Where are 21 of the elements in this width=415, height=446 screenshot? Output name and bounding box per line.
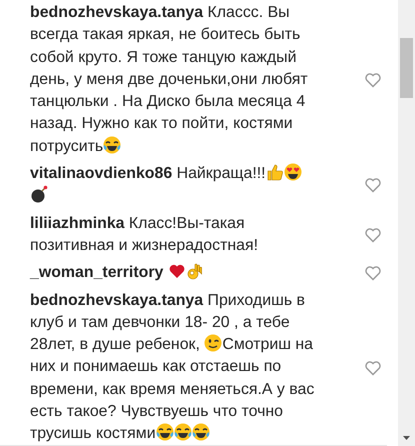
comment-text: vitalinaovdienko86 Найкраща!!! — [30, 163, 315, 208]
heart-eyes-face-icon — [284, 163, 302, 182]
scrollbar[interactable] — [398, 0, 415, 446]
like-heart-icon[interactable] — [364, 264, 382, 282]
thumbs-up-icon — [266, 163, 284, 182]
heart-icon — [168, 262, 186, 280]
bomb-icon — [30, 185, 48, 204]
scrollbar-thumb[interactable] — [400, 38, 413, 98]
like-heart-icon[interactable] — [364, 226, 382, 244]
like-heart-icon[interactable] — [364, 71, 382, 90]
laughing-face-icon — [174, 423, 192, 442]
like-heart-icon[interactable] — [364, 176, 382, 194]
laughing-face-icon — [156, 423, 174, 442]
laughing-face-icon — [192, 423, 210, 442]
comment-text: _woman_territory — [30, 262, 315, 285]
like-heart-icon[interactable] — [364, 358, 382, 377]
laughing-face-icon — [103, 136, 122, 154]
winking-face-icon — [204, 334, 222, 352]
ok-hand-icon — [186, 262, 204, 280]
comment-text: bednozhevskaya.tanya Приходишь в клуб и там девчонки 18- 20 , а тебе 28лет, в душе ребенок, Смотриш на них и понимаешь как отстаешь по времени, как время меняеться.А у вас есть такое? Чувствуешь что точно трусишь костями — [30, 290, 315, 444]
comment-text: liliiazhminka Класс!Вы-такая позитивная и жизнерадостная! — [30, 214, 259, 256]
